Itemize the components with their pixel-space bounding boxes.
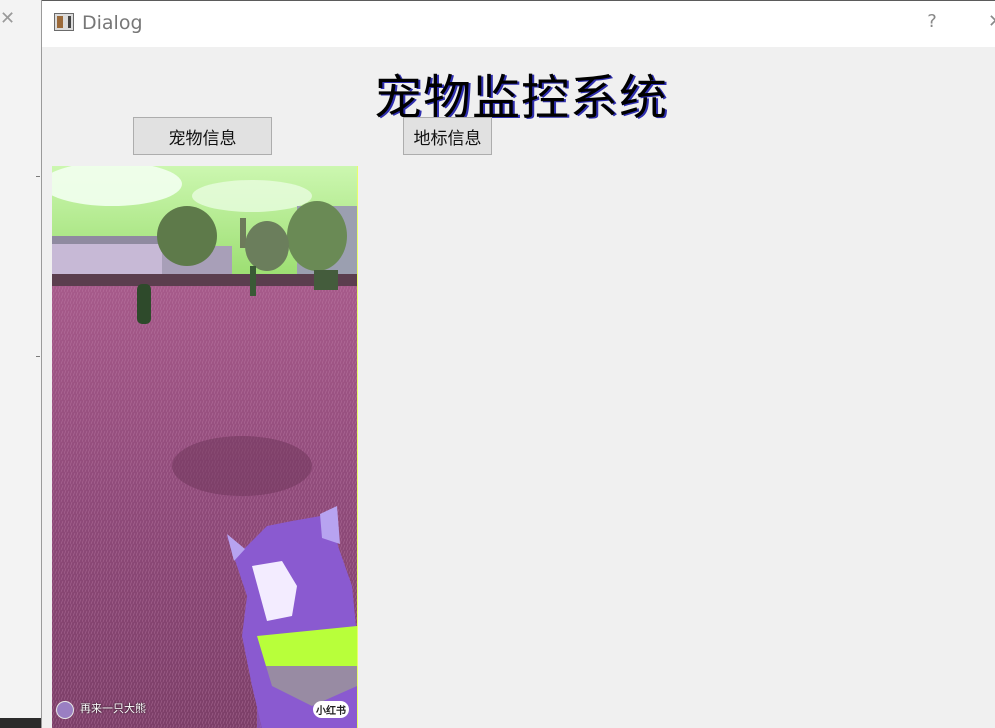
uploader-avatar [56, 701, 74, 719]
background-divider [36, 356, 40, 357]
camera-feed-image: 再来一只大熊 小红书 [52, 166, 358, 728]
background-divider [36, 176, 40, 177]
camera-feed-scene [52, 166, 357, 728]
video-caption: 再来一只大熊 [80, 702, 146, 715]
pet-info-button[interactable]: 宠物信息 [133, 117, 272, 155]
taskbar-fragment [0, 718, 41, 728]
dialog-window: Dialog ? ✕ 宠物监控系统 宠物信息 地标信息 [41, 0, 995, 728]
title-bar: Dialog ? ✕ [42, 0, 995, 47]
landmark-info-button[interactable]: 地标信息 [403, 117, 492, 155]
background-app-panel: ✕ [0, 0, 42, 728]
window-app-icon [54, 13, 74, 31]
window-title: Dialog [82, 12, 143, 34]
watermark-badge: 小红书 [313, 701, 349, 718]
close-icon[interactable]: ✕ [988, 11, 995, 32]
background-close-icon[interactable]: ✕ [0, 10, 15, 28]
help-icon[interactable]: ? [922, 11, 942, 32]
